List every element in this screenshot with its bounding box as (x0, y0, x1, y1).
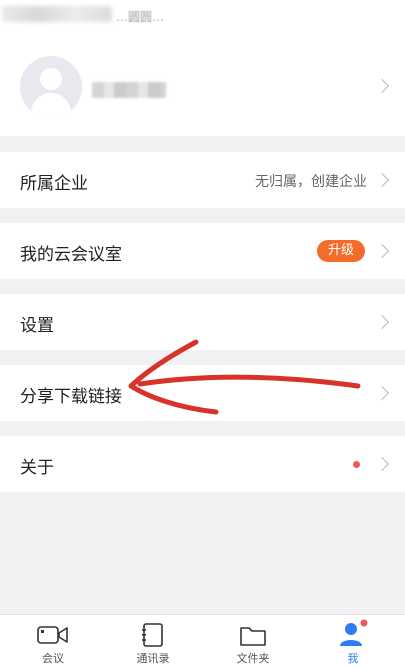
contacts-icon (142, 623, 163, 647)
row-company[interactable]: 所属企业 无归属，创建企业 (0, 152, 405, 208)
video-camera-icon (37, 626, 68, 644)
profile-card[interactable] (0, 36, 405, 136)
tab-contacts-label: 通讯录 (136, 652, 170, 665)
tab-me[interactable]: 我 (313, 615, 393, 668)
chevron-right-icon (374, 78, 390, 94)
person-icon (340, 619, 368, 646)
tab-folders[interactable]: 文件夹 (213, 615, 293, 668)
avatar[interactable] (20, 56, 82, 118)
row-company-value: 无归属，创建企业 (255, 174, 367, 190)
row-about-label: 关于 (20, 458, 54, 478)
tab-bar: 会议 通讯录 文件夹 我 (0, 614, 405, 668)
tab-me-label: 我 (347, 652, 359, 665)
blurred-title (2, 6, 112, 22)
row-settings-label: 设置 (20, 316, 54, 336)
chevron-right-icon (374, 385, 390, 401)
tab-meetings-label: 会议 (42, 652, 64, 665)
notification-dot (353, 461, 360, 468)
row-about[interactable]: 关于 (0, 436, 405, 492)
upgrade-badge[interactable]: 升级 (317, 240, 365, 262)
row-settings[interactable]: 设置 (0, 294, 405, 350)
avatar-head (40, 68, 62, 90)
row-share-download-link-label: 分享下载链接 (20, 387, 122, 407)
row-cloud-meeting-room[interactable]: 我的云会议室 升级 (0, 223, 405, 279)
tab-folders-label: 文件夹 (236, 652, 270, 665)
row-cloud-meeting-room-label: 我的云会议室 (20, 245, 122, 265)
chevron-right-icon (374, 314, 390, 330)
tab-me-notification-dot (360, 619, 368, 627)
tab-contacts[interactable]: 通讯录 (113, 615, 193, 668)
blurred-status-text: …圆圆… (116, 10, 165, 24)
tab-meetings[interactable]: 会议 (13, 615, 93, 668)
folder-icon (240, 627, 266, 646)
chevron-right-icon (374, 456, 390, 472)
profile-name-blurred (92, 82, 166, 98)
row-company-label: 所属企业 (20, 174, 88, 194)
top-bar: …圆圆… (0, 0, 405, 36)
avatar-body (31, 93, 71, 118)
chevron-right-icon (374, 243, 390, 259)
row-share-download-link[interactable]: 分享下载链接 (0, 365, 405, 421)
chevron-right-icon (374, 172, 390, 188)
